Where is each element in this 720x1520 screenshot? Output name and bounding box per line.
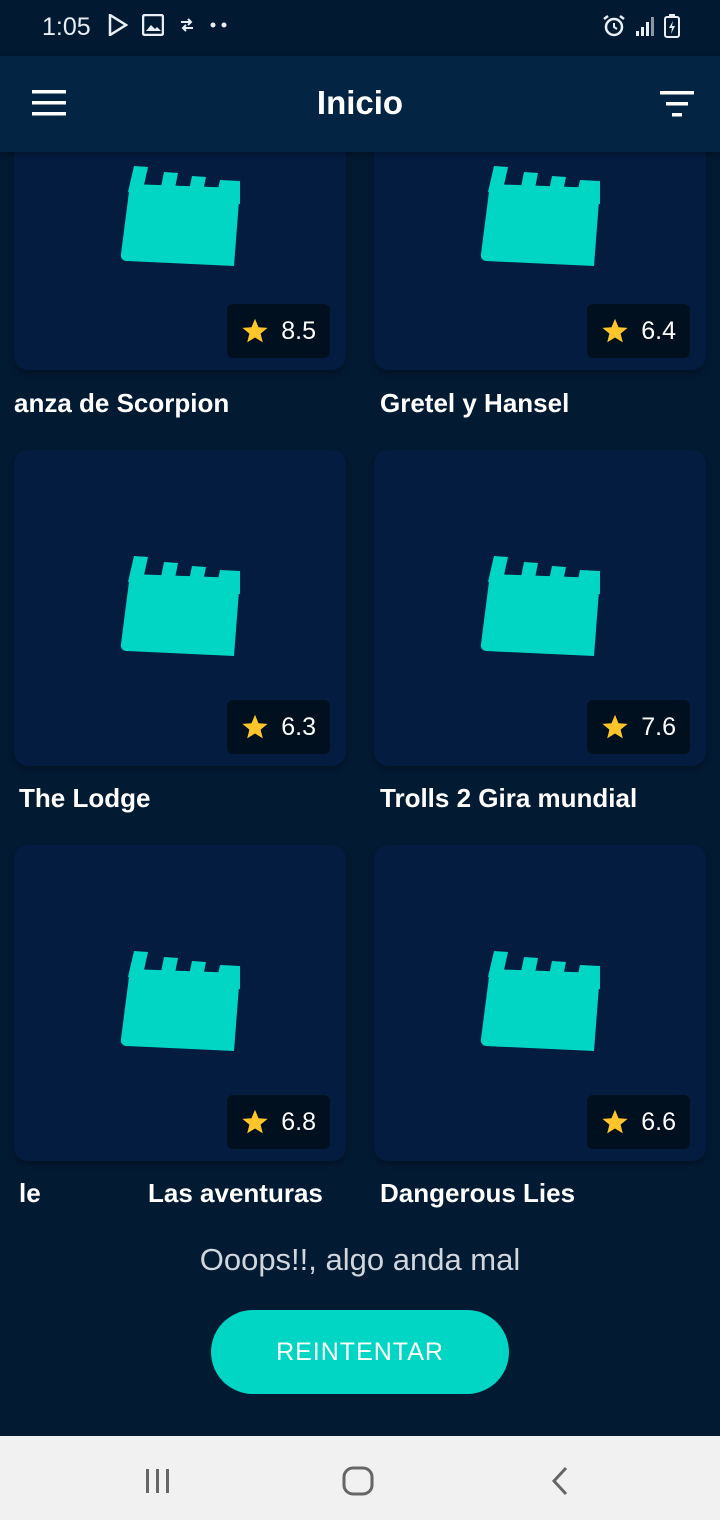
rating-value: 7.6 (641, 712, 676, 741)
star-icon (242, 714, 268, 739)
rating-badge: 7.6 (587, 700, 690, 754)
rating-value: 6.4 (641, 316, 676, 345)
app-bar: Inicio (0, 56, 720, 152)
movie-title: anza de Scorpion (14, 388, 230, 418)
rating-badge: 6.3 (227, 700, 330, 754)
movie-card[interactable]: 6.8 (14, 845, 346, 1161)
movie-card[interactable]: 8.5 (14, 152, 346, 370)
movie-card[interactable]: 6.4 (374, 152, 706, 370)
movie-title: The Lodge (19, 783, 151, 813)
rating-badge: 6.8 (227, 1095, 330, 1149)
clapperboard-icon (120, 556, 240, 656)
clapperboard-icon (120, 951, 240, 1051)
filter-icon[interactable] (660, 91, 694, 117)
signal-icon (636, 17, 654, 36)
rating-value: 6.8 (281, 1107, 316, 1136)
rating-value: 6.6 (641, 1107, 676, 1136)
movie-title: Trolls 2 Gira mundial (380, 783, 638, 813)
rating-badge: 6.4 (587, 304, 690, 358)
recent-apps-icon[interactable] (144, 1468, 172, 1494)
star-icon (242, 318, 268, 343)
system-nav-bar (0, 1436, 720, 1520)
clapperboard-icon (120, 166, 240, 266)
star-icon (602, 1109, 628, 1134)
battery-icon (664, 14, 680, 38)
movie-card[interactable]: 6.6 (374, 845, 706, 1161)
star-icon (242, 1109, 268, 1134)
rating-badge: 6.6 (587, 1095, 690, 1149)
more-dots-icon (210, 22, 227, 28)
play-store-icon (108, 14, 128, 36)
retry-button[interactable]: REINTENTAR (211, 1310, 509, 1394)
star-icon (602, 714, 628, 739)
movie-card[interactable]: 6.3 (14, 450, 346, 766)
movie-title: Gretel y Hansel (380, 388, 570, 418)
image-icon (142, 14, 164, 36)
rating-value: 6.3 (281, 712, 316, 741)
rating-badge: 8.5 (227, 304, 330, 358)
rating-value: 8.5 (281, 316, 316, 345)
movie-card[interactable]: 7.6 (374, 450, 706, 766)
alarm-icon (603, 15, 625, 37)
back-icon[interactable] (548, 1466, 572, 1496)
error-message: Ooops!!, algo anda mal (199, 1242, 521, 1277)
movie-title: le (19, 1178, 41, 1208)
status-bar: 1:05 (0, 0, 720, 56)
clapperboard-icon (480, 556, 600, 656)
movie-title: Dangerous Lies (380, 1178, 576, 1208)
data-sync-icon (181, 18, 193, 32)
status-time: 1:05 (42, 13, 91, 41)
clapperboard-icon (480, 951, 600, 1051)
page-title: Inicio (316, 84, 404, 121)
clapperboard-icon (480, 166, 600, 266)
movie-title-scrolling: Las aventuras (148, 1178, 323, 1208)
home-icon[interactable] (342, 1466, 374, 1496)
star-icon (602, 318, 628, 343)
